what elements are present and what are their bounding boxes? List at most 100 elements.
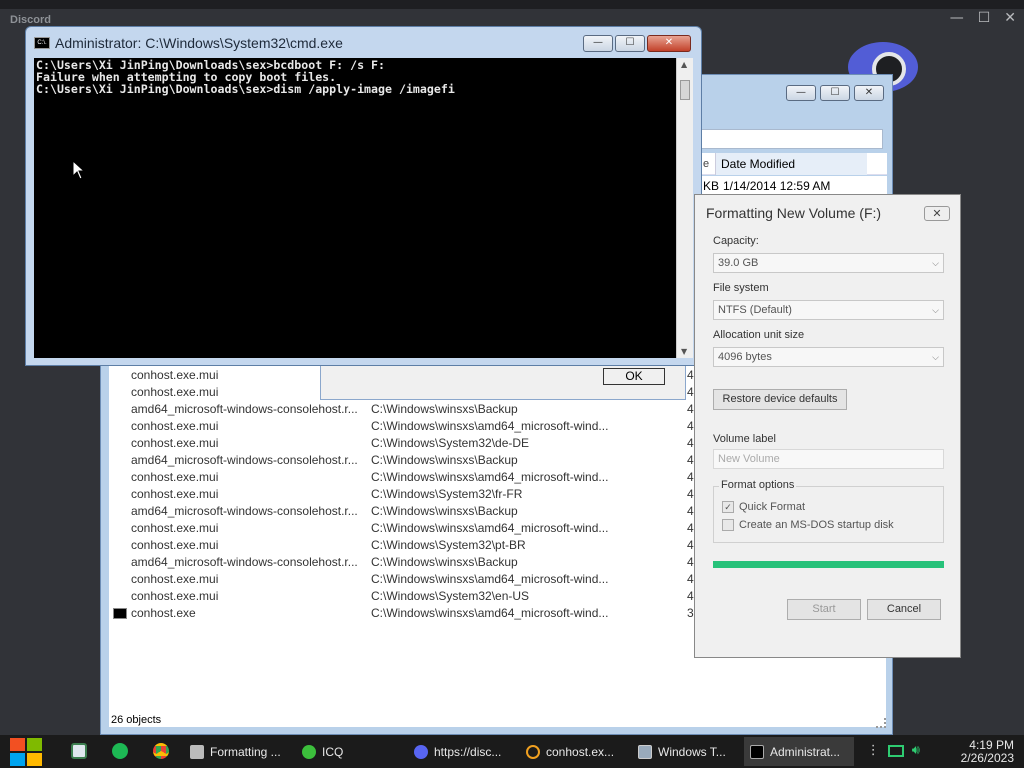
file-row[interactable]: conhost.exe.mui C:\Windows\winsxs\amd64_m… [111,418,694,435]
file-path: C:\Windows\winsxs\amd64_microsoft-wind..… [371,606,609,620]
file-row[interactable]: amd64_microsoft-windows-consolehost.r...… [111,554,694,571]
file-size: 4 [687,589,694,603]
discord-window-controls: — ☐ ✕ [950,10,1016,26]
file-row[interactable]: conhost.exe.mui C:\Windows\System32\fr-FR… [111,486,694,503]
chevron-down-icon: ⌵ [932,352,939,362]
file-row[interactable]: amd64_microsoft-windows-consolehost.r...… [111,452,694,469]
magnifier-icon [526,744,540,759]
file-row[interactable]: amd64_microsoft-windows-consolehost.r...… [111,401,694,418]
allocation-select[interactable]: 4096 bytes ⌵ [713,347,944,367]
filesystem-select[interactable]: NTFS (Default) ⌵ [713,300,944,320]
explorer-search-box[interactable] [701,129,883,149]
file-path: C:\Windows\System32\de-DE [371,436,530,450]
chevron-down-icon: ⌵ [932,258,939,268]
file-name: amd64_microsoft-windows-consolehost.r... [131,504,358,518]
file-path: C:\Windows\winsxs\Backup [371,504,518,518]
file-row[interactable]: conhost.exe.mui C:\Windows\System32\pt-BR… [111,537,694,554]
discord-minimize-button[interactable]: — [950,10,964,26]
taskbar-item-task-manager[interactable]: Windows T... [632,737,738,766]
file-name: conhost.exe.mui [131,487,219,501]
msdos-checkbox[interactable] [722,519,734,531]
file-size: 4 [687,436,694,450]
column-header-size[interactable]: e [701,158,715,170]
start-button[interactable] [10,738,42,766]
spotify-icon[interactable] [112,743,128,759]
file-row[interactable]: conhost.exe.mui C:\Windows\System32\en-US… [111,588,694,605]
discord-top-strip [0,0,1024,9]
file-row[interactable]: conhost.exe.mui C:\Windows\winsxs\amd64_m… [111,571,694,588]
taskbar-item-icq[interactable]: ICQ [296,737,402,766]
file-path: C:\Windows\System32\fr-FR [371,487,523,501]
scroll-thumb[interactable] [680,80,690,100]
windows-logo-icon-part [27,753,42,766]
discord-close-button[interactable]: ✕ [1004,10,1016,26]
cmd-window-controls: — ☐ ✕ [583,35,691,52]
msdos-option[interactable]: Create an MS-DOS startup disk [722,519,894,531]
explorer-maximize-button[interactable]: ☐ [820,85,850,101]
file-name: amd64_microsoft-windows-consolehost.r... [131,555,358,569]
volume-icon[interactable]: 🔊︎ [912,743,920,758]
ok-button[interactable]: OK [603,368,665,385]
allocation-value: 4096 bytes [718,351,772,363]
explorer-column-header: e Date Modified [701,152,887,175]
taskbar-item-discord[interactable]: https://disc... [408,737,514,766]
console-icon [750,744,764,759]
taskbar-item-label: Windows T... [658,744,726,759]
discord-maximize-button[interactable]: ☐ [978,10,991,26]
taskbar-item-cmd[interactable]: Administrat... [744,737,854,766]
resize-grip[interactable] [876,718,886,728]
filesystem-value: NTFS (Default) [718,304,792,316]
file-size: 4 [687,572,694,586]
file-row[interactable]: conhost.exe.mui C:\Windows\System32\de-DE… [111,435,694,452]
cmd-close-button[interactable]: ✕ [647,35,691,52]
explorer-close-button[interactable]: ✕ [854,85,884,101]
console-output[interactable]: C:\Users\Xi JinPing\Downloads\sex>bcdboo… [34,58,676,358]
file-path: C:\Windows\System32\pt-BR [371,538,526,552]
volume-label-caption: Volume label [713,433,776,445]
file-row[interactable]: conhost.exe.mui C:\Windows\winsxs\amd64_m… [111,469,694,486]
file-row[interactable]: amd64_microsoft-windows-consolehost.r...… [111,503,694,520]
file-path: C:\Windows\winsxs\Backup [371,453,518,467]
file-name: conhost.exe.mui [131,589,219,603]
cmd-maximize-button[interactable]: ☐ [615,35,645,52]
taskbar-item-formatting[interactable]: Formatting ... [184,737,292,766]
file-name: conhost.exe.mui [131,368,219,382]
taskbar-item-label: https://disc... [434,744,502,759]
first-row-size: KB [703,179,720,193]
taskbar: Formatting ... ICQ https://disc... conho… [0,735,1024,768]
chrome-icon[interactable] [153,743,169,759]
explorer-minimize-button[interactable]: — [786,85,816,101]
console-line: C:\Users\Xi JinPing\Downloads\sex>dism /… [36,82,455,96]
first-row-date: 1/14/2014 12:59 AM [723,179,831,193]
scroll-up-arrow-icon[interactable]: ▲ [681,60,687,69]
cancel-button[interactable]: Cancel [867,599,941,620]
clock-date: 2/26/2023 [960,751,1014,765]
capacity-select[interactable]: 39.0 GB ⌵ [713,253,944,273]
cmd-minimize-button[interactable]: — [583,35,613,52]
volume-label-input[interactable] [713,449,944,469]
overflow-dots-icon[interactable]: ⋮ [867,743,880,758]
cmd-scrollbar[interactable]: ▲ ▼ [676,58,693,358]
taskbar-item-search[interactable]: conhost.ex... [520,737,626,766]
capacity-value: 39.0 GB [718,257,759,269]
file-path: C:\Windows\winsxs\amd64_microsoft-wind..… [371,470,609,484]
explorer-first-row[interactable]: KB 1/14/2014 12:59 AM [701,176,887,196]
restore-defaults-button[interactable]: Restore device defaults [713,389,847,410]
network-icon[interactable] [887,744,904,757]
column-header-date-modified[interactable]: Date Modified [715,152,867,175]
show-desktop-icon[interactable] [71,743,87,759]
task-manager-icon [638,744,652,759]
file-row[interactable]: conhost.exe C:\Windows\winsxs\amd64_micro… [111,605,707,622]
quick-format-checkbox[interactable]: ✓ [722,501,734,513]
windows-logo-icon-part [10,753,25,766]
file-name: amd64_microsoft-windows-consolehost.r... [131,402,358,416]
format-close-button[interactable]: ✕ [924,206,950,221]
file-name: conhost.exe [131,606,196,620]
file-row[interactable]: conhost.exe.mui C:\Windows\winsxs\amd64_m… [111,520,694,537]
quick-format-option[interactable]: ✓ Quick Format [722,501,805,513]
start-button[interactable]: Start [787,599,861,620]
taskbar-clock[interactable]: 4:19 PM 2/26/2023 [961,739,1014,765]
capacity-label: Capacity: [713,235,759,247]
explorer-window-controls: — ☐ ✕ [786,85,884,101]
scroll-down-arrow-icon[interactable]: ▼ [681,347,687,356]
